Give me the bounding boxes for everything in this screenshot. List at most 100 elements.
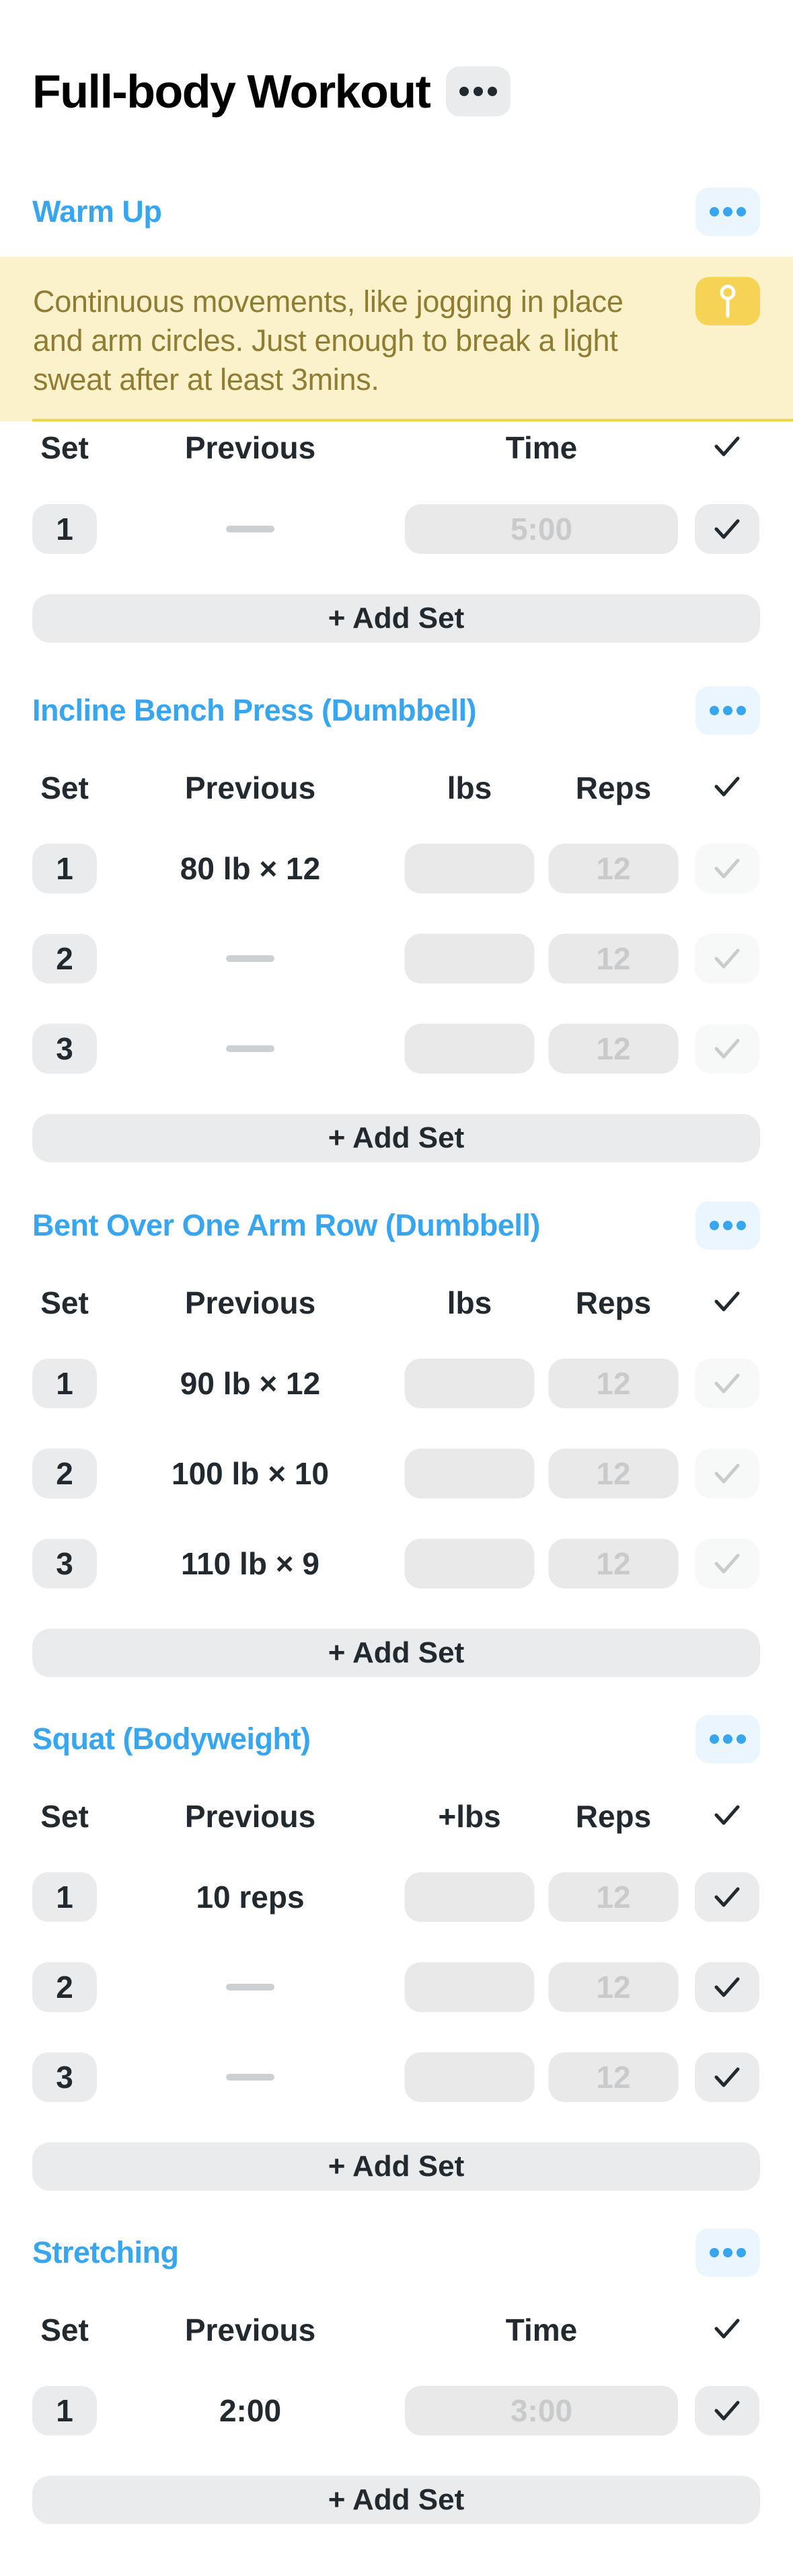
weight-input[interactable] <box>404 1539 535 1588</box>
exercise-menu-button[interactable] <box>695 686 760 735</box>
previous-value[interactable]: 10 reps <box>196 1879 304 1915</box>
reps-input[interactable] <box>548 1872 679 1922</box>
column-reps: Reps <box>575 770 652 805</box>
set-number[interactable]: 1 <box>32 844 97 893</box>
checkmark-icon <box>714 1887 740 1907</box>
ellipsis-icon-dot <box>737 1734 746 1744</box>
checkmark-icon <box>714 2067 740 2087</box>
previous-value[interactable]: 100 lb × 10 <box>172 1455 329 1492</box>
column-previous: Previous <box>184 2312 316 2347</box>
reps-input[interactable] <box>548 844 679 893</box>
previous-value[interactable]: 2:00 <box>219 2392 281 2429</box>
set-row: 1 90 lb × 12 <box>0 1359 793 1408</box>
complete-set-button[interactable] <box>695 934 759 983</box>
column-headers: Set Previous lbs Reps <box>0 1283 793 1323</box>
set-number[interactable]: 3 <box>32 2052 97 2102</box>
set-row: 2 <box>0 1962 793 2012</box>
column-set: Set <box>40 1799 89 1834</box>
set-row: 3 <box>0 1024 793 1074</box>
complete-set-button[interactable] <box>695 1962 759 2012</box>
time-input[interactable] <box>405 504 678 554</box>
pin-note-button[interactable] <box>695 277 760 325</box>
weight-input[interactable] <box>404 844 535 893</box>
weight-input[interactable] <box>404 1359 535 1408</box>
weight-input[interactable] <box>404 1962 535 2012</box>
column-headers: Set Previous Time <box>0 428 793 468</box>
column-weight: lbs <box>447 1285 492 1320</box>
previous-value[interactable]: 80 lb × 12 <box>180 850 320 887</box>
exercise-title[interactable]: Bent Over One Arm Row (Dumbbell) <box>32 1208 540 1243</box>
time-input[interactable] <box>405 2386 678 2436</box>
weight-input[interactable] <box>404 1449 535 1498</box>
reps-input[interactable] <box>548 1962 679 2012</box>
set-number[interactable]: 3 <box>32 1024 97 1074</box>
exercise-menu-button[interactable] <box>695 1715 760 1763</box>
complete-set-button[interactable] <box>695 2386 759 2436</box>
set-number[interactable]: 2 <box>32 1449 97 1498</box>
complete-set-button[interactable] <box>695 504 759 554</box>
checkmark-icon <box>714 1554 740 1574</box>
complete-set-button[interactable] <box>695 1024 759 1074</box>
ellipsis-icon-dot <box>737 1221 746 1230</box>
previous-value[interactable]: 90 lb × 12 <box>180 1365 320 1402</box>
reps-input[interactable] <box>548 1024 679 1074</box>
column-weight: +lbs <box>438 1799 501 1834</box>
previous-empty-dash <box>226 955 274 962</box>
ellipsis-icon-dot <box>723 1221 732 1230</box>
weight-input[interactable] <box>404 1024 535 1074</box>
add-set-button[interactable]: + Add Set <box>32 2142 760 2191</box>
exercise-menu-button[interactable] <box>695 1201 760 1250</box>
ellipsis-icon <box>710 1734 719 1744</box>
weight-input[interactable] <box>404 1872 535 1922</box>
section-header: Stretching <box>0 2228 793 2278</box>
set-number[interactable]: 1 <box>32 1359 97 1408</box>
exercise-title[interactable]: Warm Up <box>32 194 162 229</box>
complete-set-button[interactable] <box>695 1359 759 1408</box>
column-set: Set <box>40 770 89 805</box>
add-set-button[interactable]: + Add Set <box>32 2476 760 2524</box>
exercise-note: Continuous movements, like jogging in pl… <box>0 257 793 421</box>
reps-input[interactable] <box>548 1449 679 1498</box>
checkmark-icon <box>714 436 740 456</box>
complete-set-button[interactable] <box>695 1449 759 1498</box>
checkmark-icon <box>714 776 740 797</box>
set-number[interactable]: 1 <box>32 504 97 554</box>
previous-value[interactable]: 110 lb × 9 <box>181 1545 319 1582</box>
reps-input[interactable] <box>548 2052 679 2102</box>
page-title: Full-body Workout <box>32 65 431 118</box>
set-number[interactable]: 2 <box>32 934 97 983</box>
workout-menu-button[interactable] <box>446 67 511 116</box>
exercise-title[interactable]: Squat (Bodyweight) <box>32 1722 311 1757</box>
complete-set-button[interactable] <box>695 1872 759 1922</box>
ellipsis-icon <box>710 207 719 216</box>
complete-set-button[interactable] <box>695 844 759 893</box>
set-number[interactable]: 1 <box>32 2386 97 2436</box>
exercise-title[interactable]: Stretching <box>32 2235 179 2270</box>
add-set-button[interactable]: + Add Set <box>32 1114 760 1162</box>
reps-input[interactable] <box>548 934 679 983</box>
column-headers: Set Previous +lbs Reps <box>0 1796 793 1837</box>
checkmark-icon <box>714 1805 740 1825</box>
exercise-menu-button[interactable] <box>695 188 760 236</box>
set-number[interactable]: 3 <box>32 1539 97 1588</box>
checkmark-icon <box>714 1463 740 1484</box>
complete-set-button[interactable] <box>695 1539 759 1588</box>
reps-input[interactable] <box>548 1359 679 1408</box>
checkmark-icon <box>714 2319 740 2339</box>
set-number[interactable]: 1 <box>32 1872 97 1922</box>
weight-input[interactable] <box>404 934 535 983</box>
exercise-section-squat: Squat (Bodyweight) Set Previous +lbs Rep… <box>0 1714 793 2191</box>
exercise-menu-button[interactable] <box>695 2228 760 2277</box>
column-time: Time <box>505 2312 578 2347</box>
exercise-title[interactable]: Incline Bench Press (Dumbbell) <box>32 693 477 728</box>
set-number[interactable]: 2 <box>32 1962 97 2012</box>
add-set-button[interactable]: + Add Set <box>32 594 760 643</box>
checkmark-icon <box>714 519 740 539</box>
reps-input[interactable] <box>548 1539 679 1588</box>
column-set: Set <box>40 2312 89 2347</box>
weight-input[interactable] <box>404 2052 535 2102</box>
complete-set-button[interactable] <box>695 2052 759 2102</box>
note-text[interactable]: Continuous movements, like jogging in pl… <box>33 282 652 399</box>
set-row: 2 <box>0 934 793 983</box>
add-set-button[interactable]: + Add Set <box>32 1629 760 1677</box>
